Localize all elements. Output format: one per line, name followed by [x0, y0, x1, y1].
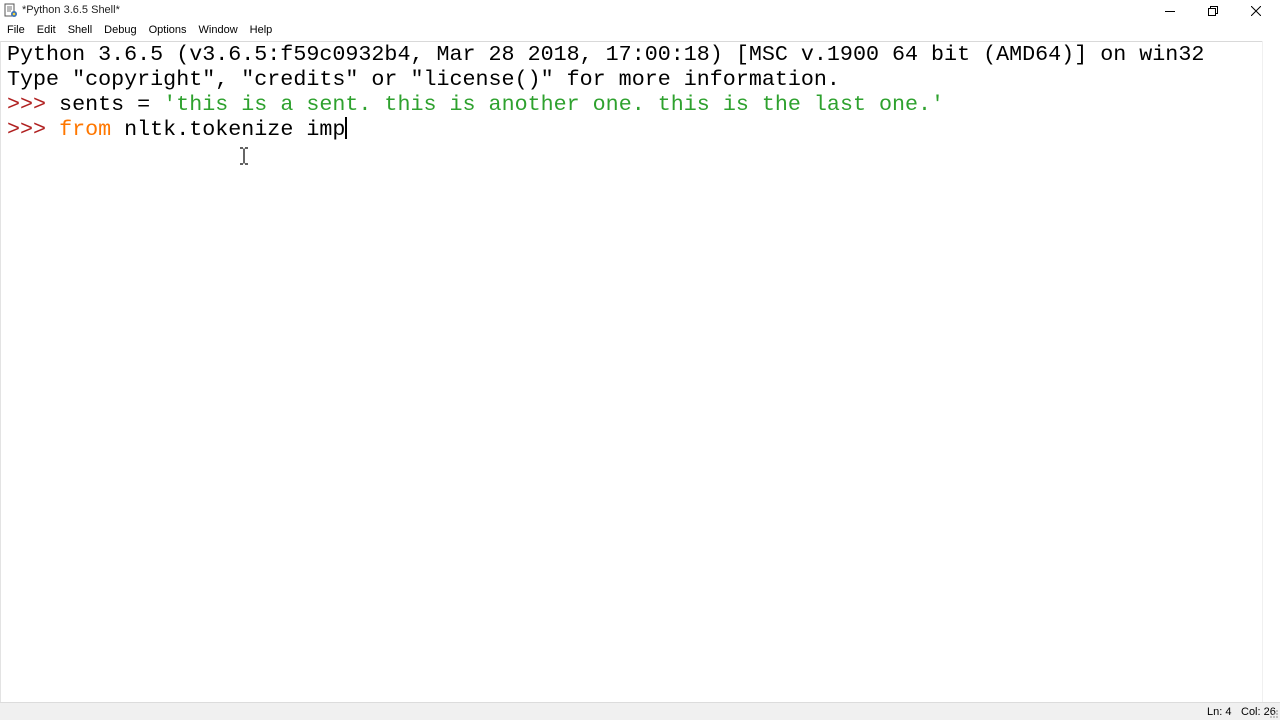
vertical-scrollbar[interactable] — [1262, 41, 1280, 702]
menu-options[interactable]: Options — [143, 21, 193, 40]
minimize-icon — [1165, 1, 1175, 20]
minimize-button[interactable] — [1148, 0, 1192, 21]
menu-help[interactable]: Help — [244, 21, 279, 40]
restore-icon — [1208, 1, 1218, 20]
shell-prompt: >>> — [7, 117, 47, 142]
menu-window[interactable]: Window — [193, 21, 244, 40]
resize-grip-icon[interactable] — [1269, 709, 1279, 719]
window-title: *Python 3.6.5 Shell* — [22, 4, 120, 16]
keyword-text: from — [59, 117, 112, 142]
menu-bar: File Edit Shell Debug Options Window Hel… — [0, 21, 1280, 40]
status-bar: Ln: 4 Col: 26 — [0, 702, 1280, 720]
string-literal: 'this is a sent. this is another one. th… — [163, 92, 945, 117]
idle-shell-window: *Python 3.6.5 Shell* File Edit Shell Deb… — [0, 0, 1280, 720]
menu-debug[interactable]: Debug — [98, 21, 142, 40]
code-text: sents = — [46, 92, 164, 117]
menu-edit[interactable]: Edit — [31, 21, 62, 40]
ibeam-cursor-icon — [239, 147, 249, 165]
menu-shell[interactable]: Shell — [62, 21, 98, 40]
shell-prompt: >>> — [7, 92, 47, 117]
menu-file[interactable]: File — [0, 21, 31, 40]
text-cursor — [345, 117, 348, 139]
line-number-status: Ln: 4 — [1207, 706, 1232, 718]
banner-line: Python 3.6.5 (v3.6.5:f59c0932b4, Mar 28 … — [7, 42, 1205, 67]
code-text: nltk.tokenize imp — [111, 117, 346, 142]
input-line: >>> sents = 'this is a sent. this is ano… — [7, 92, 944, 117]
info-line: Type "copyright", "credits" or "license(… — [7, 67, 840, 92]
python-idle-icon — [4, 3, 18, 18]
current-input-line: >>> from nltk.tokenize imp — [7, 117, 348, 142]
shell-text-area[interactable]: Python 3.6.5 (v3.6.5:f59c0932b4, Mar 28 … — [0, 41, 1262, 702]
title-bar[interactable]: *Python 3.6.5 Shell* — [0, 0, 1280, 21]
close-icon — [1250, 1, 1262, 20]
close-button[interactable] — [1234, 0, 1278, 21]
restore-button[interactable] — [1191, 0, 1235, 21]
